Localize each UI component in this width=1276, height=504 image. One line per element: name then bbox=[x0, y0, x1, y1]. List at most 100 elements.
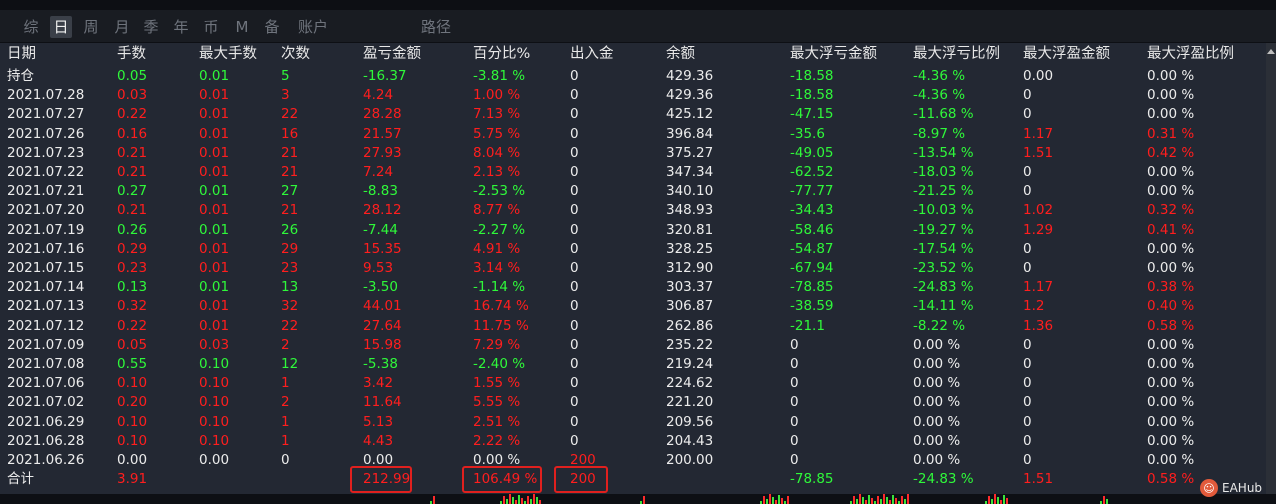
cell-lots: 手数 bbox=[117, 46, 146, 62]
cell-max-float-profit-pct: 0.41 % bbox=[1147, 221, 1195, 238]
mini-histogram-strip bbox=[0, 494, 1276, 504]
histogram-bar bbox=[536, 497, 538, 504]
cell-max-float-loss-pct: -4.36 % bbox=[913, 87, 966, 104]
table-row[interactable]: 2021.07.15 0.23 0.01 23 9.53 3.14 % 0 312.90 -67… bbox=[0, 259, 1266, 278]
cell-max-float-profit-pct: 0.42 % bbox=[1147, 144, 1195, 161]
cell-max-float-profit: 0 bbox=[1023, 87, 1032, 104]
table-row[interactable]: 2021.07.13 0.32 0.01 32 44.01 16.74 % 0 306.87 -… bbox=[0, 297, 1266, 316]
table-row[interactable]: 2021.07.27 0.22 0.01 22 28.28 7.13 % 0 425.12 -4… bbox=[0, 105, 1266, 124]
cell-balance: 425.12 bbox=[666, 106, 714, 123]
cell-max-float-profit: 1.51 bbox=[1023, 471, 1054, 487]
table-row[interactable]: 2021.07.20 0.21 0.01 21 28.12 8.77 % 0 348.93 -3… bbox=[0, 201, 1266, 220]
cell-max-lots: 0.01 bbox=[199, 68, 230, 84]
table-row[interactable]: 2021.06.26 0.00 0.00 0 0.00 0.00 % 200 200.00 0 0… bbox=[0, 451, 1266, 470]
histogram-bar bbox=[1103, 496, 1105, 504]
vertical-scrollbar[interactable] bbox=[1266, 43, 1276, 494]
table-row[interactable]: 2021.07.23 0.21 0.01 21 27.93 8.04 % 0 375.27 -4… bbox=[0, 144, 1266, 163]
table-row[interactable]: 2021.07.12 0.22 0.01 22 27.64 11.75 % 0 262.86 -… bbox=[0, 317, 1266, 336]
cell-pnl: 11.64 bbox=[363, 394, 402, 411]
tab-3[interactable]: 月 bbox=[111, 16, 133, 38]
cell-count: 0 bbox=[281, 452, 290, 468]
table-row[interactable]: 2021.07.26 0.16 0.01 16 21.57 5.75 % 0 396.84 -3… bbox=[0, 125, 1266, 144]
cell-max-lots: 最大手数 bbox=[199, 46, 257, 62]
cell-balance: 224.62 bbox=[666, 375, 714, 392]
cell-balance: 303.37 bbox=[666, 279, 714, 296]
cell-balance: 320.81 bbox=[666, 221, 714, 238]
tab-8[interactable]: 备 bbox=[261, 16, 283, 38]
cell-date: 2021.07.28 bbox=[7, 87, 85, 104]
cell-count: 1 bbox=[281, 413, 290, 430]
histogram-bar bbox=[509, 494, 511, 504]
tab-0[interactable]: 综 bbox=[20, 16, 42, 38]
cell-max-lots: 0.01 bbox=[199, 164, 230, 180]
histogram-bar bbox=[503, 496, 505, 504]
table-row[interactable]: 2021.07.06 0.10 0.10 1 3.42 1.55 % 0 224.62 0 0.0… bbox=[0, 374, 1266, 393]
cell-max-float-profit-pct: 0.40 % bbox=[1147, 298, 1195, 315]
cell-lots: 0.03 bbox=[117, 87, 148, 104]
table-row[interactable]: 2021.06.28 0.10 0.10 1 4.43 2.22 % 0 204.43 0 0.0… bbox=[0, 432, 1266, 451]
cell-lots: 0.22 bbox=[117, 106, 148, 123]
tab-10[interactable]: 路径 bbox=[415, 16, 457, 38]
total-highlight-box bbox=[554, 466, 608, 493]
total-highlight-box bbox=[462, 466, 542, 493]
cell-max-float-profit-pct: 0.00 % bbox=[1147, 106, 1195, 123]
tab-2[interactable]: 周 bbox=[80, 16, 102, 38]
cell-lots: 0.26 bbox=[117, 221, 148, 238]
cell-max-float-loss: -38.59 bbox=[790, 298, 834, 315]
cell-pnl: 3.42 bbox=[363, 375, 394, 392]
cell-max-float-loss: 0 bbox=[790, 413, 799, 430]
cell-date: 2021.07.20 bbox=[7, 202, 85, 219]
table-row[interactable]: 2021.07.02 0.20 0.10 2 11.64 5.55 % 0 221.20 0 0.… bbox=[0, 393, 1266, 412]
cell-count: 次数 bbox=[281, 46, 310, 62]
cell-cash-flow: 0 bbox=[570, 375, 579, 392]
tab-7[interactable]: M bbox=[231, 16, 253, 38]
cell-max-float-loss: -47.15 bbox=[790, 106, 834, 123]
histogram-bar bbox=[512, 497, 514, 504]
cell-count: 21 bbox=[281, 164, 299, 180]
cell-count: 29 bbox=[281, 240, 299, 257]
cell-max-float-profit: 最大浮盈金额 bbox=[1023, 46, 1110, 62]
table-row[interactable]: 2021.07.14 0.13 0.01 13 -3.50 -1.14 % 0 303.37 -… bbox=[0, 278, 1266, 297]
tab-4[interactable]: 季 bbox=[140, 16, 162, 38]
table-row[interactable]: 持仓 0.05 0.01 5 -16.37 -3.81 % 0 429.36 -18.58 -4.… bbox=[0, 67, 1266, 86]
tab-1[interactable]: 日 bbox=[50, 16, 72, 38]
tab-6[interactable]: 币 bbox=[200, 16, 222, 38]
cell-max-float-profit-pct: 0.32 % bbox=[1147, 202, 1195, 219]
histogram-bar bbox=[643, 496, 645, 504]
cell-max-float-loss-pct: -11.68 % bbox=[913, 106, 974, 123]
cell-pnl: 44.01 bbox=[363, 298, 402, 315]
histogram-bar bbox=[433, 496, 435, 504]
cell-max-lots: 0.01 bbox=[199, 317, 230, 334]
cell-max-float-loss: -49.05 bbox=[790, 144, 834, 161]
cell-date: 2021.07.08 bbox=[7, 356, 85, 372]
cell-max-float-loss: 0 bbox=[790, 452, 799, 468]
cell-balance: 348.93 bbox=[666, 202, 714, 219]
cell-max-float-loss-pct: 0.00 % bbox=[913, 413, 961, 430]
cell-date: 2021.06.26 bbox=[7, 452, 85, 468]
histogram-bar bbox=[865, 500, 867, 504]
cell-max-float-loss-pct: -24.83 % bbox=[913, 471, 974, 487]
tab-5[interactable]: 年 bbox=[170, 16, 192, 38]
table-row[interactable]: 2021.07.28 0.03 0.01 3 4.24 1.00 % 0 429.36 -18.… bbox=[0, 86, 1266, 105]
table-row[interactable]: 2021.06.29 0.10 0.10 1 5.13 2.51 % 0 209.56 0 0.0… bbox=[0, 413, 1266, 432]
cell-cash-flow: 0 bbox=[570, 432, 579, 449]
histogram-bar bbox=[539, 500, 541, 504]
histogram-bar bbox=[988, 496, 990, 504]
cell-date: 2021.07.16 bbox=[7, 240, 85, 257]
table-row[interactable]: 2021.07.22 0.21 0.01 21 7.24 2.13 % 0 347.34 -62… bbox=[0, 163, 1266, 182]
tab-9[interactable]: 账户 bbox=[292, 16, 334, 38]
cell-cash-flow: 0 bbox=[570, 144, 579, 161]
table-row[interactable]: 2021.07.21 0.27 0.01 27 -8.83 -2.53 % 0 340.10 -… bbox=[0, 182, 1266, 201]
cell-max-float-loss: 0 bbox=[790, 375, 799, 392]
cell-cash-flow: 0 bbox=[570, 202, 579, 219]
cell-lots: 0.10 bbox=[117, 413, 148, 430]
cell-percent: 5.55 % bbox=[473, 394, 521, 411]
histogram-bar bbox=[775, 500, 777, 504]
cell-cash-flow: 0 bbox=[570, 356, 579, 372]
table-row[interactable]: 2021.07.09 0.05 0.03 2 15.98 7.29 % 0 235.22 0 0.… bbox=[0, 336, 1266, 355]
table-row[interactable]: 2021.07.08 0.55 0.10 12 -5.38 -2.40 % 0 219.24 0… bbox=[0, 355, 1266, 374]
table-row[interactable]: 2021.07.16 0.29 0.01 29 15.35 4.91 % 0 328.25 -5… bbox=[0, 240, 1266, 259]
scroll-up-arrow-icon[interactable] bbox=[1267, 49, 1275, 54]
cell-max-float-loss: -18.58 bbox=[790, 87, 834, 104]
table-row[interactable]: 2021.07.19 0.26 0.01 26 -7.44 -2.27 % 0 320.81 -… bbox=[0, 221, 1266, 240]
